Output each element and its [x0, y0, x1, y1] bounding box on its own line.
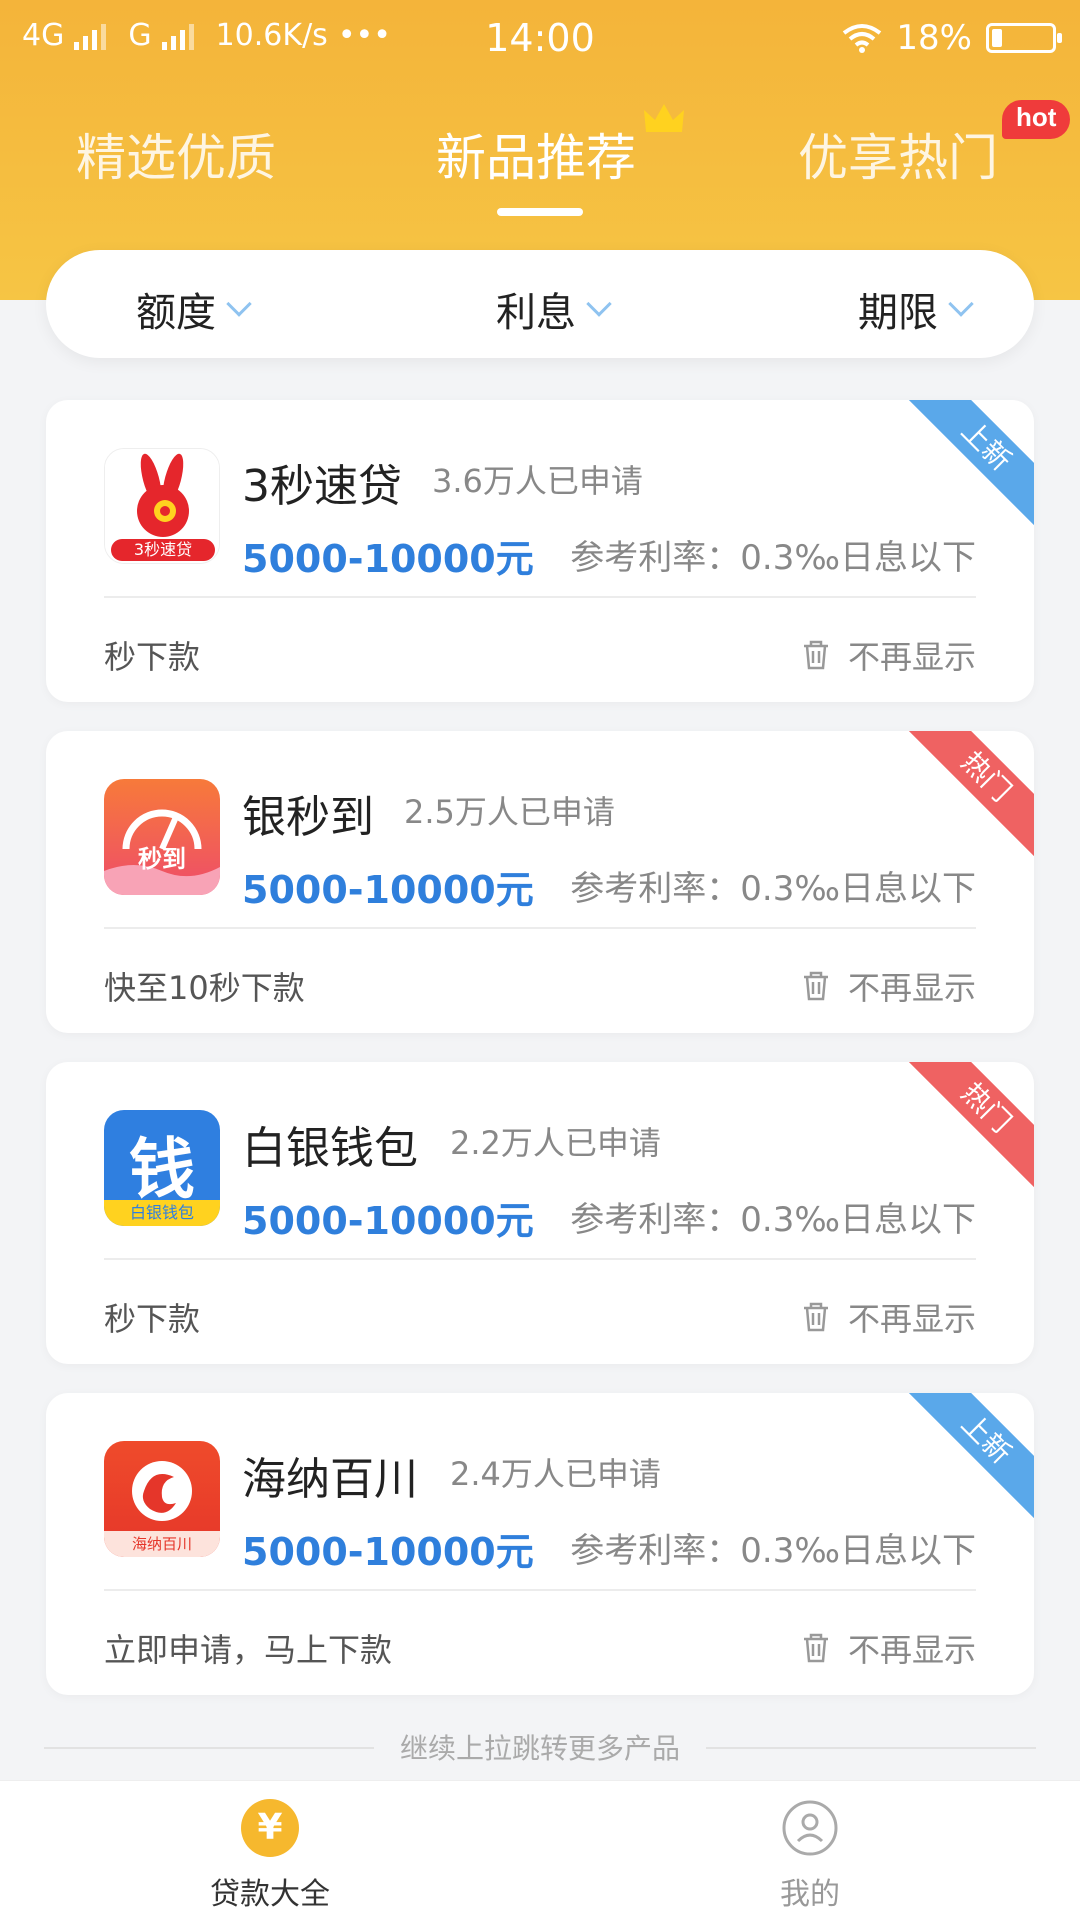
hide-button[interactable]: 不再显示	[802, 1294, 976, 1340]
battery-percent: 18%	[896, 18, 972, 58]
yen-glyph: ¥	[257, 1807, 283, 1848]
loan-amount: 5000-10000元	[242, 868, 534, 912]
category-tabs: 精选优质 新品推荐 优享热门 hot	[0, 100, 1080, 218]
filter-amount[interactable]: 额度	[136, 280, 252, 338]
chevron-down-icon	[586, 291, 612, 317]
card-note: 立即申请，马上下款	[104, 1631, 393, 1669]
chevron-down-icon	[226, 291, 252, 317]
divider	[104, 1258, 976, 1260]
nav-mine[interactable]: 我的	[710, 1799, 910, 1913]
loan-card[interactable]: 钱 白银钱包 白银钱包 2.2万人已申请 5000-10000元 参考利率：0.…	[46, 1062, 1034, 1364]
applied-count: 2.4万人已申请	[450, 1455, 661, 1493]
logo-caption: 海纳百川	[131, 1535, 192, 1553]
app-logo-yinmiaodao: 秒到	[104, 779, 220, 895]
logo-caption: 3秒速贷	[133, 540, 193, 559]
logo-caption: 秒到	[138, 845, 186, 873]
hot-badge: hot	[1002, 100, 1071, 139]
trash-icon	[803, 640, 828, 670]
hide-button[interactable]: 不再显示	[802, 963, 976, 1009]
loan-amount: 5000-10000元	[242, 1199, 534, 1243]
crown-icon	[644, 104, 684, 132]
battery-level	[992, 29, 1002, 47]
hide-button[interactable]: 不再显示	[802, 1625, 976, 1671]
applied-count: 3.6万人已申请	[432, 462, 643, 500]
loan-amount: 5000-10000元	[242, 537, 534, 581]
applied-count: 2.2万人已申请	[450, 1124, 661, 1162]
product-name: 银秒到	[242, 792, 374, 843]
logo-char: 钱	[129, 1131, 195, 1208]
filter-interest[interactable]: 利息	[496, 280, 612, 338]
hide-label: 不再显示	[847, 638, 976, 676]
reference-rate: 参考利率：0.3‰日息以下	[570, 1531, 976, 1571]
product-name: 海纳百川	[242, 1454, 418, 1505]
pull-up-more-hint: 继续上拉跳转更多产品	[0, 1727, 1080, 1767]
trash-icon	[803, 1633, 828, 1663]
app-logo-3s: 3秒速贷	[104, 448, 220, 564]
bottom-navigation: ¥ 贷款大全 我的	[0, 1780, 1080, 1920]
active-tab-indicator	[497, 208, 583, 216]
battery-icon	[986, 23, 1062, 53]
nav-loans-label: 贷款大全	[210, 1877, 330, 1912]
yen-icon: ¥	[241, 1799, 299, 1857]
ribbon-new: 上新	[899, 1393, 1034, 1526]
reference-rate: 参考利率：0.3‰日息以下	[570, 538, 976, 578]
tab-new-recommend[interactable]: 新品推荐	[436, 118, 636, 190]
ribbon-new: 上新	[899, 400, 1034, 533]
wifi-icon	[843, 24, 882, 53]
hide-button[interactable]: 不再显示	[802, 632, 976, 678]
nav-mine-label: 我的	[780, 1877, 840, 1912]
hide-label: 不再显示	[847, 969, 976, 1007]
status-right: 18%	[842, 18, 1062, 58]
loan-card[interactable]: 秒到 银秒到 2.5万人已申请 5000-10000元 参考利率：0.3‰日息以…	[46, 731, 1034, 1033]
loan-amount: 5000-10000元	[242, 1530, 534, 1574]
card-note: 秒下款	[104, 638, 201, 676]
loan-card[interactable]: 海纳百川 海纳百川 2.4万人已申请 5000-10000元 参考利率：0.3‰…	[46, 1393, 1034, 1695]
app-logo-haina: 海纳百川	[104, 1441, 220, 1557]
loan-card[interactable]: 3秒速贷 3秒速贷 3.6万人已申请 5000-10000元 参考利率：0.3‰…	[46, 400, 1034, 702]
tab-hot-enjoy[interactable]: 优享热门	[798, 118, 998, 190]
reference-rate: 参考利率：0.3‰日息以下	[570, 1200, 976, 1240]
filter-term[interactable]: 期限	[858, 280, 974, 338]
filter-term-label: 期限	[858, 290, 938, 336]
logo-caption: 白银钱包	[104, 1200, 220, 1226]
filter-interest-label: 利息	[496, 290, 576, 336]
product-name: 3秒速贷	[242, 461, 402, 512]
divider	[104, 927, 976, 929]
tab-selected-quality[interactable]: 精选优质	[76, 118, 276, 190]
status-bar: 4G G 10.6K/s ••• 14:00 18%	[0, 0, 1080, 80]
product-name: 白银钱包	[242, 1123, 418, 1174]
speedometer-icon	[104, 809, 220, 895]
nav-loans[interactable]: ¥ 贷款大全	[170, 1799, 370, 1913]
app-logo-baiyin: 钱 白银钱包	[104, 1110, 220, 1226]
filter-amount-label: 额度	[136, 290, 216, 336]
hide-label: 不再显示	[847, 1631, 976, 1669]
divider	[104, 1589, 976, 1591]
card-note: 秒下款	[104, 1300, 201, 1338]
user-icon	[782, 1800, 838, 1856]
hide-label: 不再显示	[847, 1300, 976, 1338]
ribbon-hot: 热门	[899, 1062, 1034, 1195]
ribbon-hot: 热门	[899, 731, 1034, 864]
chevron-down-icon	[948, 291, 974, 317]
card-note: 快至10秒下款	[104, 969, 305, 1007]
applied-count: 2.5万人已申请	[404, 793, 615, 831]
filter-bar: 额度 利息 期限	[46, 250, 1034, 358]
trash-icon	[803, 971, 828, 1001]
reference-rate: 参考利率：0.3‰日息以下	[570, 869, 976, 909]
divider	[104, 596, 976, 598]
trash-icon	[803, 1302, 828, 1332]
